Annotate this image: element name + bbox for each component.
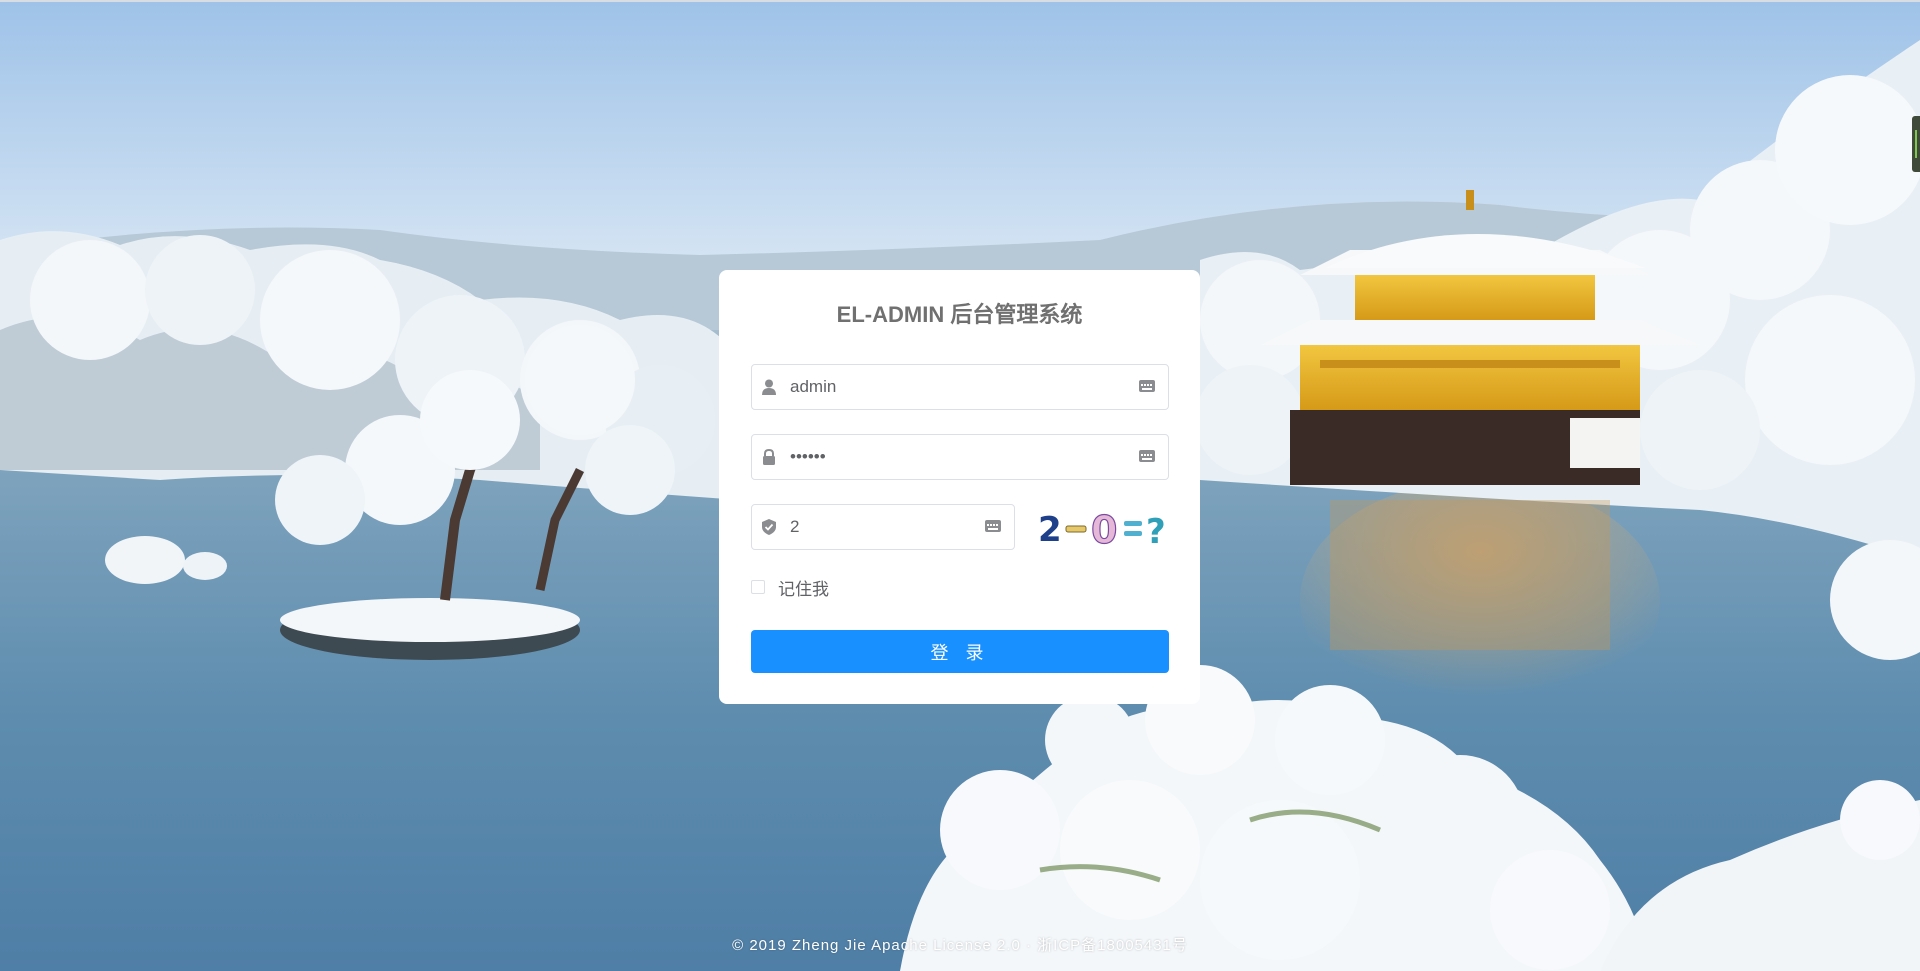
password-input[interactable] bbox=[790, 435, 1128, 479]
captcha-image[interactable]: 2 0 ? bbox=[1036, 505, 1170, 552]
shield-icon bbox=[760, 518, 778, 536]
username-field[interactable] bbox=[751, 364, 1169, 410]
captcha-code-field[interactable] bbox=[751, 504, 1015, 550]
keyboard-icon[interactable] bbox=[984, 517, 1002, 535]
remember-me-label: 记住我 bbox=[778, 579, 829, 599]
footer-copyright: © 2019 Zheng Jie Apache License 2.0 · 浙I… bbox=[732, 937, 1188, 954]
password-field[interactable] bbox=[751, 434, 1169, 480]
top-border bbox=[0, 0, 1920, 2]
keyboard-icon[interactable] bbox=[1138, 447, 1156, 465]
login-card: EL-ADMIN 后台管理系统 记住我 登 录 bbox=[719, 270, 1200, 704]
captcha-char-question: ? bbox=[1146, 512, 1166, 551]
lock-icon bbox=[760, 448, 778, 466]
captcha-char-0: 0 bbox=[1091, 508, 1117, 551]
remember-me[interactable]: 记住我 bbox=[751, 576, 829, 599]
captcha-char-eq-top bbox=[1124, 521, 1142, 526]
login-button[interactable]: 登 录 bbox=[751, 630, 1169, 673]
captcha-input[interactable] bbox=[790, 505, 974, 549]
user-icon bbox=[760, 378, 778, 396]
keyboard-icon[interactable] bbox=[1138, 377, 1156, 395]
captcha-char-2: 2 bbox=[1038, 510, 1062, 550]
login-title: EL-ADMIN 后台管理系统 bbox=[836, 302, 1083, 327]
username-input[interactable] bbox=[790, 365, 1128, 409]
captcha-char-eq-bottom bbox=[1124, 531, 1142, 536]
captcha-char-minus bbox=[1065, 525, 1087, 533]
remember-me-checkbox[interactable] bbox=[751, 580, 765, 594]
side-panel-tab[interactable] bbox=[1912, 116, 1920, 172]
